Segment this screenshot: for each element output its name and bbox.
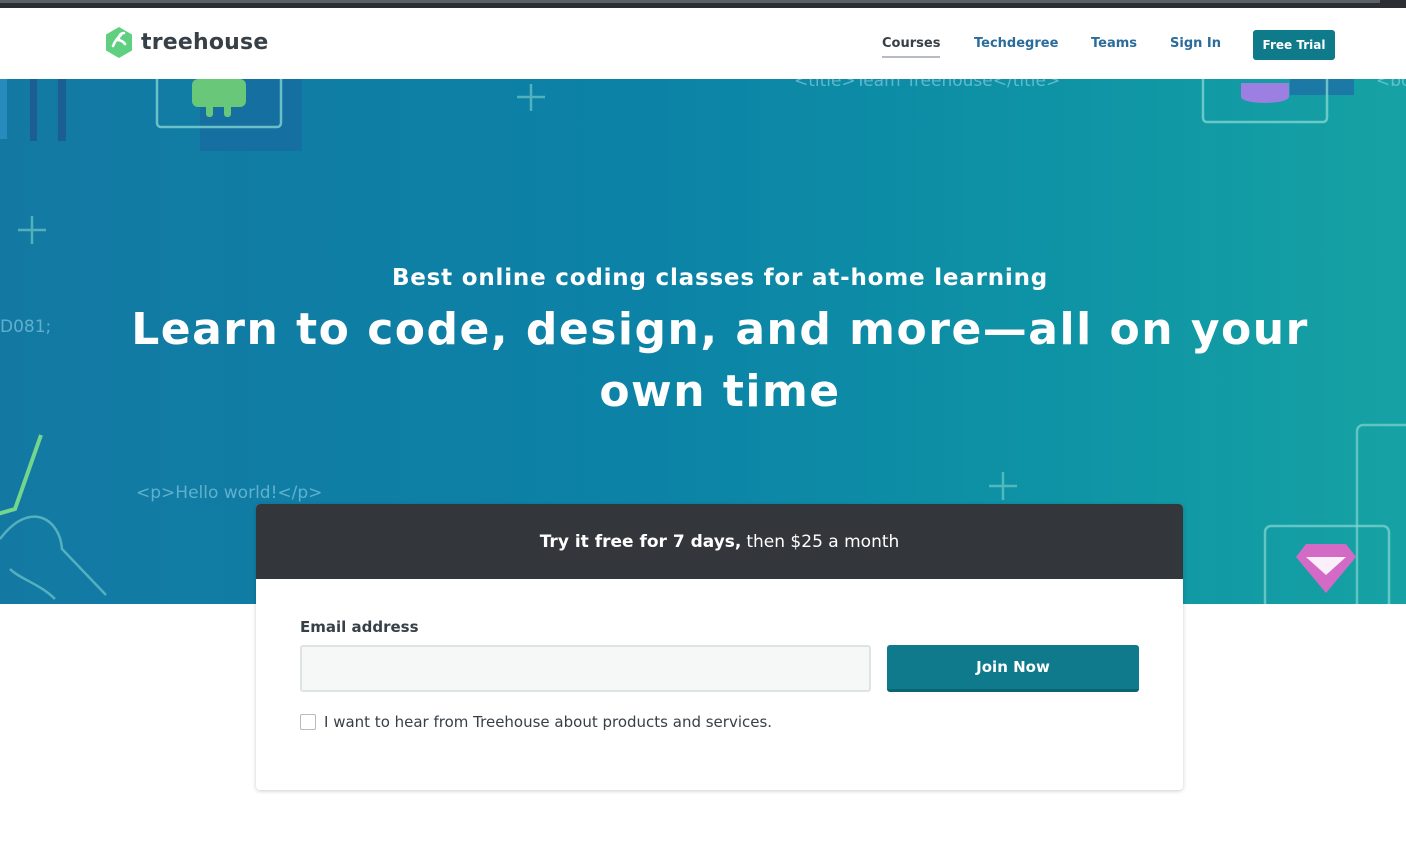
nav-sign-in[interactable]: Sign In [1170, 34, 1221, 54]
bar-chart-icon [0, 79, 66, 141]
bg-code-hex: D081; [0, 317, 52, 337]
signup-form: Email address Join Now I want to hear fr… [256, 579, 1183, 790]
email-label: Email address [300, 618, 419, 636]
offer-banner: Try it free for 7 days, then $25 a month [256, 504, 1183, 579]
pencil-sketch-icon [0, 434, 43, 516]
bg-code-title: <title>Team Treehouse</title> [794, 79, 1061, 91]
nav-techdegree[interactable]: Techdegree [974, 34, 1058, 54]
nav-teams[interactable]: Teams [1091, 34, 1137, 54]
offer-bold: Try it free for 7 days, [539, 531, 742, 552]
nav-courses[interactable]: Courses [882, 34, 941, 58]
offer-price: then $25 a month [746, 531, 900, 552]
ruby-gem-icon [1263, 423, 1406, 604]
optin-label: I want to hear from Treehouse about prod… [324, 713, 773, 731]
plus-decor-icon [18, 84, 1017, 500]
marketing-optin[interactable]: I want to hear from Treehouse about prod… [300, 713, 772, 731]
hero-headline: Learn to code, design, and more—all on y… [131, 304, 1309, 417]
optin-checkbox[interactable] [300, 714, 316, 730]
bg-code-fragment: <bo [1376, 79, 1406, 91]
site-header: treehouse Courses Techdegree Teams Sign … [0, 8, 1406, 79]
bg-code-paragraph: <p>Hello world!</p> [136, 483, 323, 503]
free-trial-button[interactable]: Free Trial [1253, 30, 1335, 60]
hero-eyebrow: Best online coding classes for at-home l… [391, 265, 1049, 291]
android-icon [155, 79, 302, 151]
database-icon [1201, 79, 1354, 124]
browser-top-edge [0, 0, 1406, 8]
join-now-button[interactable]: Join Now [887, 645, 1139, 692]
email-input[interactable] [300, 645, 871, 692]
main-nav: Courses Techdegree Teams Sign In Free Tr… [0, 30, 1406, 64]
signup-card: Try it free for 7 days, then $25 a month… [256, 504, 1183, 790]
